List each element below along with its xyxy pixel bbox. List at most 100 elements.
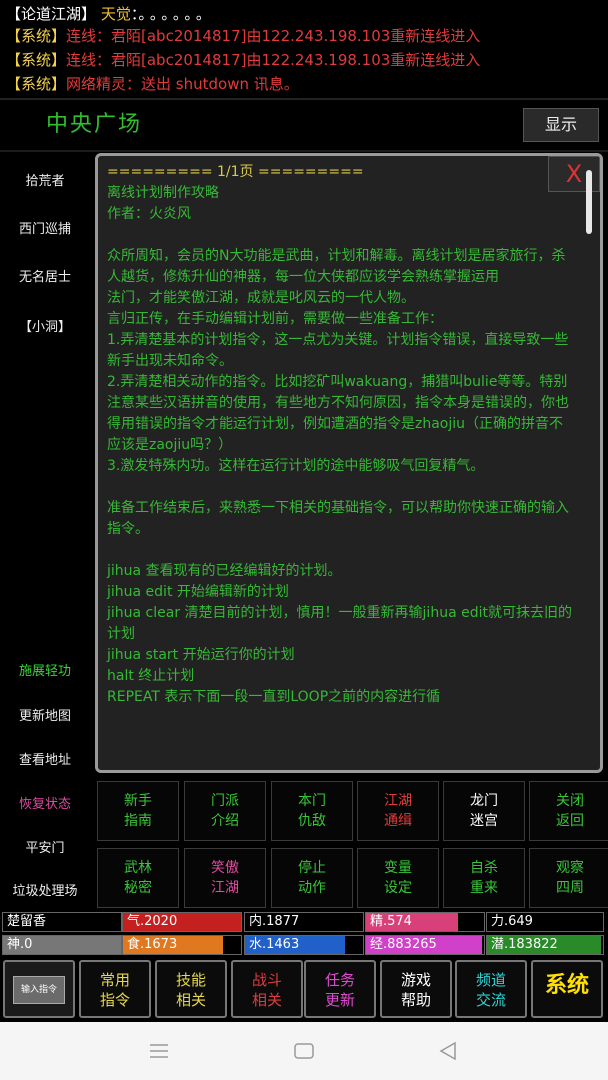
- action-label: 停止: [298, 860, 326, 876]
- stat-bar: 潜.183822: [486, 935, 604, 955]
- message-text: 连线：君陌[abc2014817]由122.243.198.103重新连线进入: [66, 51, 481, 69]
- speaker-name: 天觉: [100, 5, 131, 23]
- bracket: 】: [81, 5, 97, 23]
- action-label: 龙门: [470, 793, 498, 809]
- stat-bar: 力.649: [486, 912, 604, 932]
- action-label: 设定: [384, 880, 412, 896]
- stat-label: 水.1463: [249, 937, 300, 952]
- exit-item[interactable]: 【小洞】: [0, 316, 90, 335]
- input-command-label: 输入指令: [20, 985, 57, 995]
- location-item[interactable]: 平安门: [0, 837, 90, 856]
- show-button[interactable]: 显示: [523, 108, 599, 142]
- back-icon[interactable]: [437, 1040, 459, 1062]
- stat-bar: 精.574: [365, 912, 485, 932]
- scrollbar[interactable]: [586, 170, 592, 234]
- message-text: 。。。。。。: [138, 5, 215, 23]
- action-label: 笑傲: [211, 860, 239, 876]
- action-label: 关闭: [556, 793, 584, 809]
- action-label: 仇敌: [298, 813, 326, 829]
- action-label: 重来: [470, 880, 498, 896]
- action-label: 江湖: [384, 793, 412, 809]
- action-button[interactable]: 笑傲 江湖: [184, 848, 266, 908]
- toolbar-button[interactable]: 技能 相关: [155, 960, 227, 1018]
- action-label: 返回: [556, 813, 584, 829]
- toolbar-label: 战斗: [251, 971, 282, 989]
- stat-label: 力.649: [491, 914, 533, 929]
- room-title: 中央广场: [46, 112, 143, 137]
- stat-label: 精.574: [370, 914, 412, 929]
- message-text: 网络精灵：送出 shutdown 讯息。: [66, 75, 299, 93]
- stat-label: 潜.183822: [491, 937, 558, 952]
- stat-bar: 神.0: [2, 935, 122, 955]
- toolbar-button[interactable]: 频道 交流: [455, 960, 527, 1018]
- action-button[interactable]: 武林 秘密: [97, 848, 179, 908]
- action-button[interactable]: 停止 动作: [271, 848, 353, 908]
- action-label: 观察: [556, 860, 584, 876]
- system-tag: 【系统】: [6, 75, 67, 93]
- action-button[interactable]: 本门 仇敌: [271, 781, 353, 841]
- toolbar-label: 任务: [324, 971, 355, 989]
- chat-log: 【论道江湖】 天觉：。。。。。。 【系统】连线：君陌[abc2014817]由1…: [0, 0, 608, 98]
- toolbar-button[interactable]: 常用 指令: [79, 960, 151, 1018]
- system-tag: 【系统】: [6, 51, 67, 69]
- action-label: 迷宫: [470, 813, 498, 829]
- input-command-button[interactable]: 输入指令: [3, 960, 75, 1018]
- update-map-button[interactable]: 更新地图: [0, 705, 90, 724]
- stat-bar: 经.883265: [365, 935, 485, 955]
- action-button[interactable]: 变量 设定: [357, 848, 439, 908]
- action-label: 介绍: [211, 813, 239, 829]
- toolbar-button[interactable]: 任务 更新: [304, 960, 376, 1018]
- npc-item[interactable]: 无名居士: [0, 266, 90, 285]
- bracket: 【: [6, 5, 22, 23]
- system-button[interactable]: 系统: [531, 960, 603, 1018]
- chat-line: 【系统】连线：君陌[abc2014817]由122.243.198.103重新连…: [6, 24, 606, 48]
- chat-line: 【系统】网络精灵：送出 shutdown 讯息。: [6, 72, 606, 96]
- system-tag: 【系统】: [6, 27, 67, 45]
- guide-dialog: ========= 1/1页 ========= 离线计划制作攻略 作者：火炎风…: [95, 153, 603, 773]
- action-button[interactable]: 关闭 返回: [529, 781, 608, 841]
- view-address-button[interactable]: 查看地址: [0, 749, 90, 768]
- close-button[interactable]: X: [548, 156, 600, 192]
- stat-label: 内.1877: [249, 914, 300, 929]
- chat-title-line: 【论道江湖】 天觉：。。。。。。: [6, 2, 606, 26]
- toolbar-label: 帮助: [400, 991, 431, 1009]
- npc-item[interactable]: 西门巡捕: [0, 218, 90, 237]
- action-button[interactable]: 门派 介绍: [184, 781, 266, 841]
- chat-line: 【系统】连线：君陌[abc2014817]由122.243.198.103重新连…: [6, 48, 606, 72]
- action-button[interactable]: 观察 四周: [529, 848, 608, 908]
- action-label: 门派: [211, 793, 239, 809]
- page-header: ========= 1/1页 =========: [107, 164, 364, 180]
- stat-bar: 气.2020: [122, 912, 242, 932]
- dialog-body: 离线计划制作攻略 作者：火炎风 众所周知，会员的N大功能是武曲，计划和解毒。离线…: [107, 185, 572, 705]
- menu-icon[interactable]: [148, 1040, 170, 1062]
- toolbar-label: 相关: [251, 991, 282, 1009]
- toolbar-button[interactable]: 游戏 帮助: [380, 960, 452, 1018]
- toolbar-label: 频道: [475, 971, 506, 989]
- restore-status-button[interactable]: 恢复状态: [0, 793, 90, 812]
- action-label: 四周: [556, 880, 584, 896]
- location-item[interactable]: 垃圾处理场: [0, 880, 90, 899]
- action-button[interactable]: 龙门 迷宫: [443, 781, 525, 841]
- qinggong-button[interactable]: 施展轻功: [0, 660, 90, 679]
- action-button[interactable]: 江湖 通缉: [357, 781, 439, 841]
- home-icon[interactable]: [293, 1040, 315, 1062]
- toolbar-button[interactable]: 战斗 相关: [231, 960, 303, 1018]
- stat-label: 神.0: [7, 937, 33, 952]
- toolbar-label: 更新: [324, 991, 355, 1009]
- dialog-content: ========= 1/1页 ========= 离线计划制作攻略 作者：火炎风…: [107, 162, 577, 708]
- action-label: 通缉: [384, 813, 412, 829]
- toolbar-label: 指令: [99, 991, 130, 1009]
- action-label: 指南: [124, 813, 152, 829]
- stat-label: 食.1673: [127, 937, 178, 952]
- action-button[interactable]: 自杀 重来: [443, 848, 525, 908]
- stat-bar: 楚留香: [2, 912, 122, 932]
- message-text: 连线：君陌[abc2014817]由122.243.198.103重新连线进入: [66, 27, 481, 45]
- stat-bar: 内.1877: [244, 912, 364, 932]
- toolbar-label: 相关: [175, 991, 206, 1009]
- toolbar-label: 游戏: [400, 971, 431, 989]
- stat-bar: 食.1673: [122, 935, 242, 955]
- stat-label: 经.883265: [370, 937, 437, 952]
- action-button[interactable]: 新手 指南: [97, 781, 179, 841]
- action-label: 秘密: [124, 880, 152, 896]
- npc-item[interactable]: 拾荒者: [0, 170, 90, 189]
